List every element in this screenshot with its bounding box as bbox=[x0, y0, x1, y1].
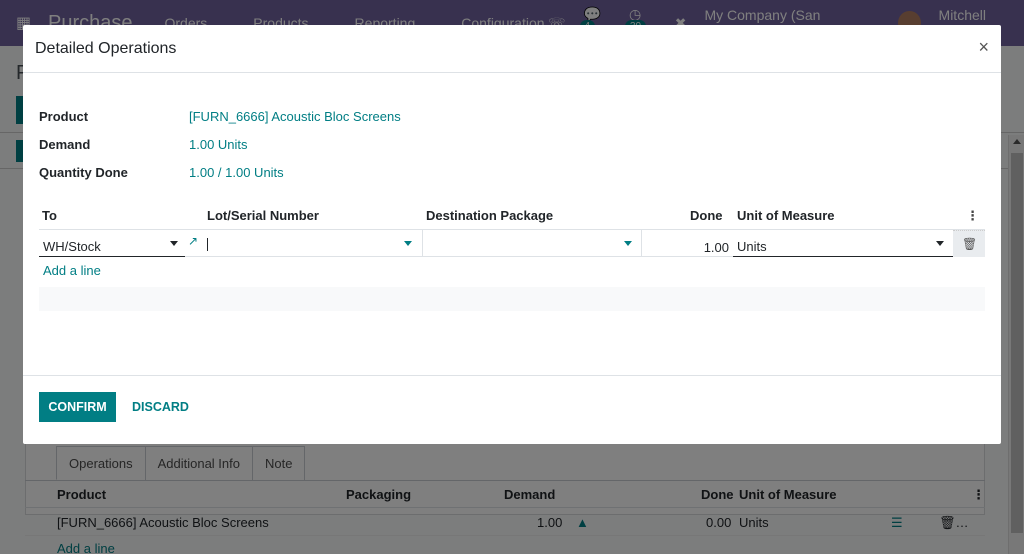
external-link-icon[interactable]: ↗ bbox=[188, 234, 198, 248]
demand-value: 1.00 Units bbox=[189, 137, 248, 152]
column-header-destination-package[interactable]: Destination Package bbox=[426, 208, 553, 223]
demand-label: Demand bbox=[39, 137, 91, 152]
empty-row bbox=[39, 287, 985, 311]
close-icon[interactable]: × bbox=[978, 37, 989, 57]
product-label: Product bbox=[39, 109, 89, 124]
done-cell bbox=[641, 230, 733, 257]
column-header-uom[interactable]: Unit of Measure bbox=[737, 208, 835, 223]
delete-line-button[interactable]: 🗑 bbox=[953, 230, 985, 257]
discard-button[interactable]: DISCARD bbox=[123, 392, 198, 422]
trash-icon: 🗑 bbox=[962, 237, 978, 251]
unit-of-measure-input[interactable] bbox=[733, 230, 953, 257]
detailed-operations-dialog: Detailed Operations × Product [FURN_6666… bbox=[23, 25, 1001, 444]
chevron-down-icon[interactable] bbox=[404, 241, 412, 246]
product-link[interactable]: [FURN_6666] Acoustic Bloc Screens bbox=[189, 109, 401, 124]
dialog-title: Detailed Operations bbox=[35, 40, 177, 57]
add-line-link[interactable]: Add a line bbox=[43, 263, 101, 278]
uom-cell bbox=[733, 230, 953, 257]
chevron-down-icon[interactable] bbox=[936, 241, 944, 246]
text-cursor bbox=[207, 238, 208, 251]
column-header-lot[interactable]: Lot/Serial Number bbox=[207, 208, 319, 223]
quantity-done-value: 1.00 / 1.00 Units bbox=[189, 165, 284, 180]
done-quantity-input[interactable] bbox=[642, 230, 733, 257]
column-header-done[interactable]: Done bbox=[690, 208, 723, 223]
lot-cell bbox=[205, 230, 422, 257]
optional-columns-icon[interactable]: ⋮ bbox=[966, 208, 979, 224]
dialog-footer: CONFIRM DISCARD bbox=[23, 375, 1001, 444]
to-location-input[interactable] bbox=[39, 230, 185, 257]
lot-serial-input[interactable] bbox=[205, 230, 422, 257]
destination-package-input[interactable] bbox=[423, 230, 641, 257]
confirm-button[interactable]: CONFIRM bbox=[39, 392, 116, 422]
column-header-to[interactable]: To bbox=[42, 208, 57, 223]
quantity-done-label: Quantity Done bbox=[39, 165, 128, 180]
dialog-header: Detailed Operations × bbox=[23, 25, 1001, 73]
table-header: To Lot/Serial Number Destination Package… bbox=[39, 205, 985, 229]
chevron-down-icon[interactable] bbox=[624, 241, 632, 246]
chevron-down-icon[interactable] bbox=[170, 241, 178, 246]
to-cell: ↗ bbox=[39, 230, 205, 257]
move-lines-table: To Lot/Serial Number Destination Package… bbox=[39, 205, 985, 311]
table-row[interactable]: ↗ 🗑 bbox=[39, 229, 985, 257]
destination-package-cell bbox=[422, 230, 641, 257]
